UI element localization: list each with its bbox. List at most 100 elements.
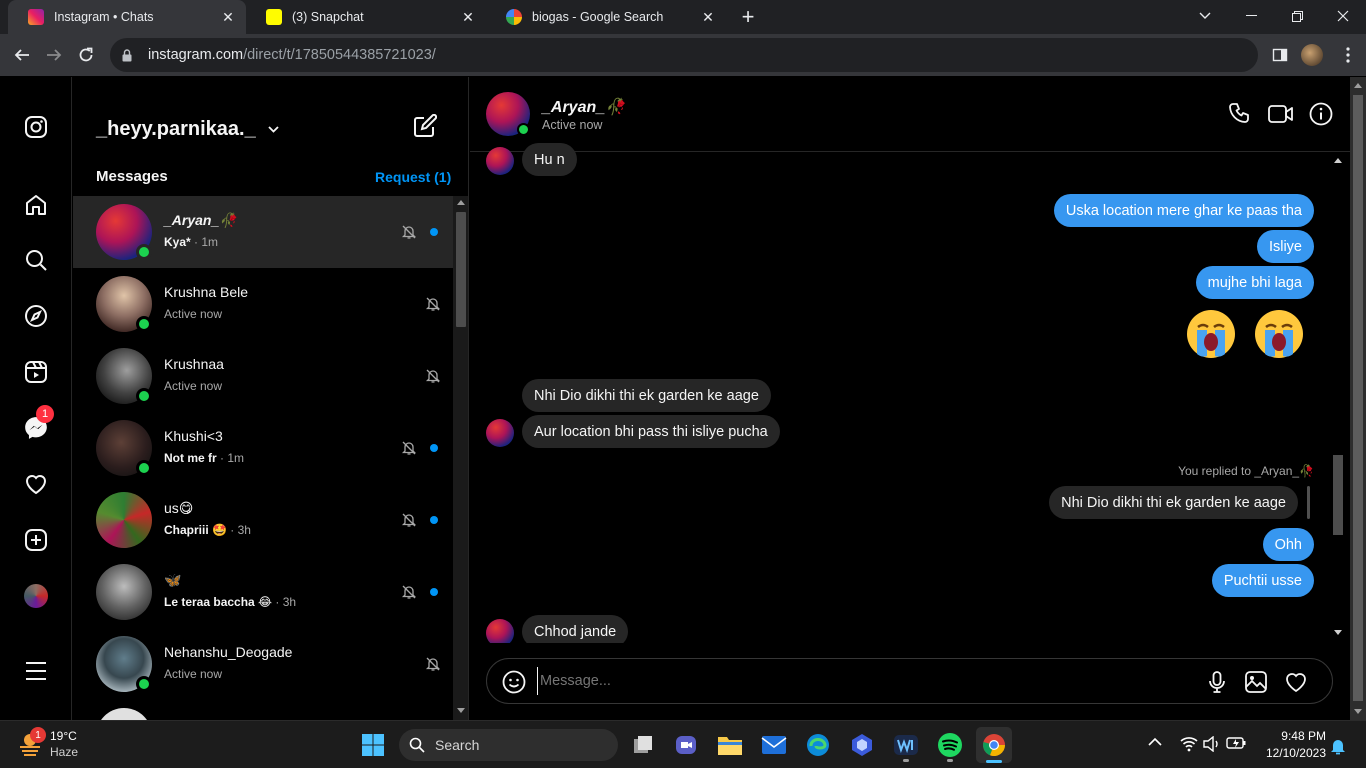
thread-item-butterfly[interactable]: 🦋 Le teraa baccha 😂 · 3h: [73, 556, 453, 628]
message-outgoing: Isliye: [1256, 230, 1314, 263]
online-indicator: [136, 388, 152, 404]
restore-window-icon[interactable]: [1274, 0, 1320, 32]
photo-gallery-icon[interactable]: [1244, 670, 1268, 694]
thread-item-krushnaa[interactable]: Krushnaa Active now: [73, 340, 453, 412]
minimize-window-icon[interactable]: [1228, 0, 1274, 32]
more-menu-icon[interactable]: [22, 657, 50, 685]
like-heart-icon[interactable]: [1284, 670, 1308, 694]
new-message-compose-icon[interactable]: [413, 114, 439, 140]
app-running-indicator: [903, 759, 909, 762]
account-switcher[interactable]: _heyy.parnikaa._: [96, 118, 279, 141]
address-bar[interactable]: instagram.com/direct/t/17850544385721023…: [110, 38, 1258, 72]
chat-contact-name[interactable]: _Aryan_🥀: [542, 97, 625, 117]
notifications-heart-icon[interactable]: [22, 470, 50, 498]
messages-heading: Messages: [96, 168, 168, 185]
close-tab-icon[interactable]: ✕: [218, 7, 238, 27]
online-indicator: [136, 676, 152, 692]
taskbar-search-box[interactable]: Search: [399, 729, 618, 761]
chat-panel: _Aryan_🥀 Active now Hu n Uska location m…: [470, 77, 1350, 720]
notification-bell-icon[interactable]: [1330, 737, 1346, 755]
explore-compass-icon[interactable]: [22, 302, 50, 330]
thread-item-krushna-bele[interactable]: Krushna Bele Active now: [73, 268, 453, 340]
chrome-menu-icon[interactable]: [1336, 43, 1360, 67]
chrome-taskbar-icon[interactable]: [976, 727, 1012, 763]
reply-bar: [1307, 486, 1310, 519]
profile-avatar[interactable]: [1300, 43, 1324, 67]
search-icon[interactable]: [22, 246, 50, 274]
messenger-icon[interactable]: 1: [22, 405, 54, 442]
scroll-up-arrow-icon[interactable]: [1354, 83, 1362, 88]
scrollbar-thumb[interactable]: [456, 212, 466, 327]
emoji-picker-icon[interactable]: [502, 670, 526, 694]
wifi-icon[interactable]: [1180, 736, 1198, 754]
thread-item-aryan[interactable]: _Aryan_🥀 Kya* · 1m: [73, 196, 453, 268]
scroll-down-arrow-icon[interactable]: [457, 708, 465, 713]
thread-item-us[interactable]: us😋 Chapriii 🤩 · 3h: [73, 484, 453, 556]
close-window-icon[interactable]: [1320, 0, 1366, 32]
clock-date[interactable]: 12/10/2023: [1258, 746, 1326, 760]
close-tab-icon[interactable]: ✕: [458, 7, 478, 27]
close-tab-icon[interactable]: ✕: [698, 7, 718, 27]
thread-list-scrollbar[interactable]: [453, 196, 468, 720]
replied-message-quote: Nhi Dio dikhi thi ek garden ke aage: [1049, 486, 1298, 519]
task-view-icon[interactable]: [627, 729, 659, 761]
tab-snapchat[interactable]: (3) Snapchat ✕: [246, 0, 486, 34]
thread-preview: Le teraa baccha 😂 · 3h: [164, 595, 297, 609]
reload-icon[interactable]: [74, 43, 98, 67]
notification-badge: 1: [36, 405, 54, 423]
windows-start-icon[interactable]: [357, 729, 389, 761]
create-plus-icon[interactable]: [22, 526, 50, 554]
thread-item-khushi[interactable]: Khushi<3 Not me fr · 1m: [73, 412, 453, 484]
teams-meet-icon[interactable]: [670, 729, 702, 761]
forward-arrow-icon[interactable]: [42, 43, 66, 67]
tab-google-search[interactable]: biogas - Google Search ✕: [486, 0, 726, 34]
scroll-up-arrow-icon[interactable]: [457, 200, 465, 205]
file-explorer-icon[interactable]: [714, 729, 746, 761]
avatar: [96, 564, 152, 620]
message-outgoing: Uska location mere ghar ke paas tha: [1053, 194, 1314, 227]
thread-name: 🦋: [164, 572, 182, 588]
scrollbar-thumb[interactable]: [1353, 95, 1363, 701]
unread-dot: [430, 444, 438, 452]
voice-call-icon[interactable]: [1228, 102, 1254, 128]
message-scrollbar[interactable]: [1330, 154, 1346, 642]
scrollbar-thumb[interactable]: [1333, 455, 1343, 535]
message-input[interactable]: [537, 667, 1177, 695]
message-outgoing: Ohh: [1262, 528, 1314, 561]
battery-charging-icon[interactable]: [1226, 736, 1246, 754]
microphone-icon[interactable]: [1205, 670, 1229, 694]
chevron-down-icon: [268, 126, 279, 133]
home-icon[interactable]: [22, 191, 50, 219]
scroll-down-arrow-icon[interactable]: [1334, 630, 1342, 635]
windows-taskbar: 1 19°C Haze Search 9:48 PM 12/10/2023: [0, 720, 1366, 768]
scroll-up-arrow-icon[interactable]: [1334, 158, 1342, 163]
tab-search-chevron-icon[interactable]: [1182, 0, 1228, 32]
new-tab-button[interactable]: +: [736, 4, 760, 29]
url-path: /direct/t/17850544385721023/: [243, 47, 436, 63]
copilot-app-icon[interactable]: [846, 729, 878, 761]
requests-link[interactable]: Request (1): [375, 169, 451, 185]
mail-icon[interactable]: [758, 729, 790, 761]
video-call-icon[interactable]: [1268, 102, 1294, 128]
edge-browser-icon[interactable]: [802, 729, 834, 761]
show-hidden-icons-chevron-icon[interactable]: [1148, 737, 1164, 753]
instagram-logo-icon[interactable]: [22, 113, 50, 141]
spotify-icon[interactable]: [934, 729, 966, 762]
search-icon: [409, 737, 425, 753]
wt-app-icon[interactable]: [890, 729, 922, 762]
muted-bell-icon: [401, 512, 417, 528]
unread-dot: [430, 516, 438, 524]
tab-instagram[interactable]: Instagram • Chats ✕: [8, 0, 246, 34]
page-scrollbar[interactable]: [1350, 77, 1366, 720]
side-panel-icon[interactable]: [1268, 43, 1292, 67]
conversation-info-icon[interactable]: [1309, 102, 1335, 128]
clock-time[interactable]: 9:48 PM: [1262, 729, 1326, 743]
back-arrow-icon[interactable]: [10, 43, 34, 67]
volume-icon[interactable]: [1203, 736, 1221, 754]
thread-item-nehanshu[interactable]: Nehanshu_Deogade Active now: [73, 628, 453, 700]
profile-avatar-icon[interactable]: [22, 582, 50, 610]
muted-bell-icon: [425, 656, 441, 672]
weather-haze-icon[interactable]: 1: [16, 727, 46, 758]
scroll-down-arrow-icon[interactable]: [1354, 709, 1362, 714]
reels-icon[interactable]: [22, 358, 50, 386]
